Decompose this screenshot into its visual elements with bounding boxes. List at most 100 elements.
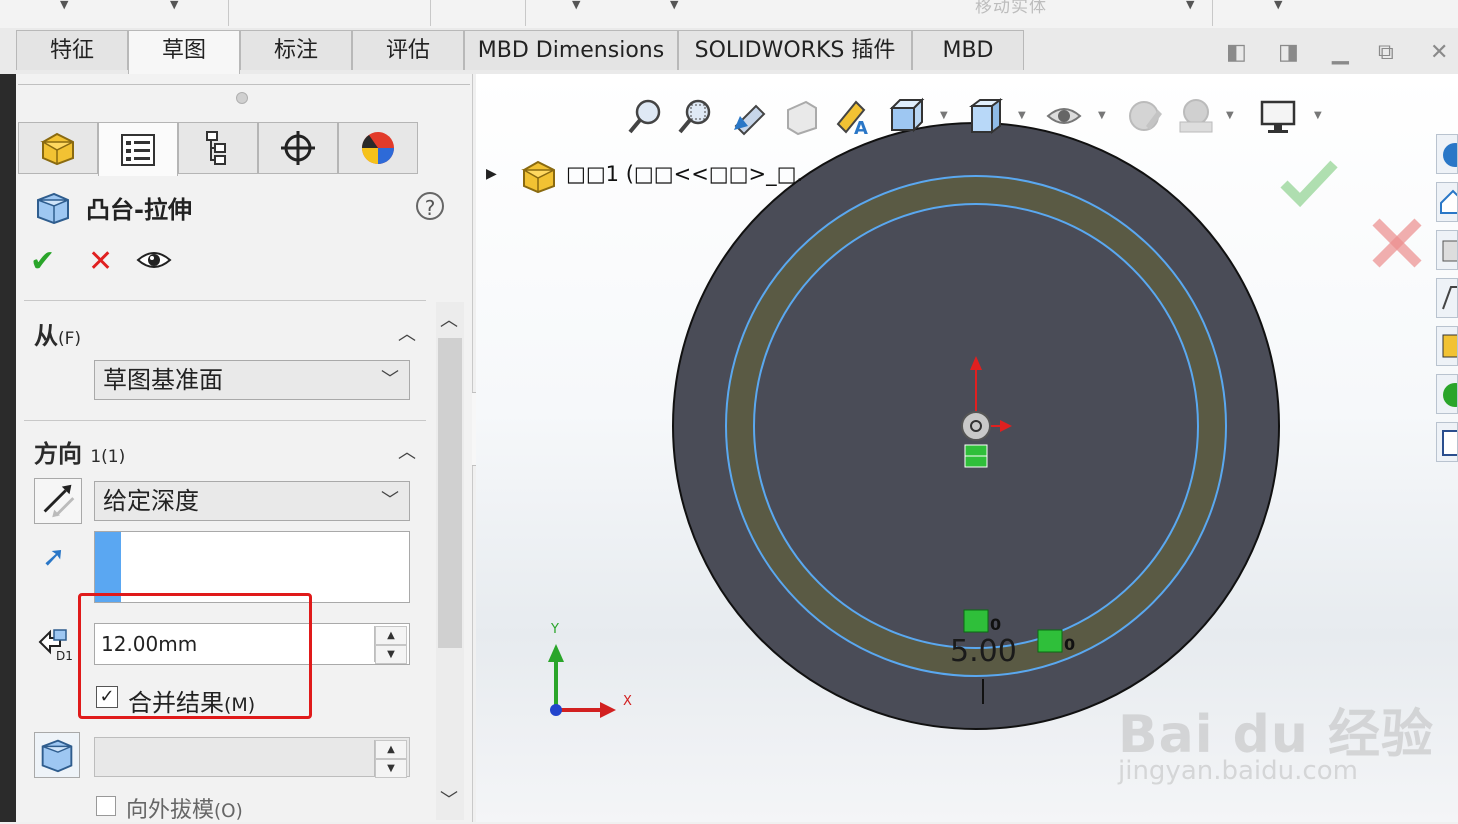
tab-mbd[interactable]: MBD bbox=[912, 30, 1024, 70]
tree-expand-icon[interactable]: ▶ bbox=[486, 166, 497, 182]
dynamic-annotation-icon[interactable]: A bbox=[834, 96, 874, 136]
tab-evaluate[interactable]: 评估 bbox=[352, 30, 464, 70]
previous-view-icon[interactable] bbox=[730, 96, 770, 136]
depth-d1-icon: D1 bbox=[38, 629, 73, 663]
relation-badge bbox=[963, 609, 989, 633]
maximize-icon[interactable]: ⧉ bbox=[1378, 38, 1394, 68]
display-manager-tab[interactable] bbox=[338, 122, 418, 174]
dimension-label[interactable]: 5.00 bbox=[950, 634, 1017, 669]
tab-sketch[interactable]: 草图 bbox=[128, 30, 240, 74]
solidworks-resources-icon[interactable] bbox=[1436, 134, 1458, 174]
configuration-icon bbox=[206, 131, 226, 165]
zoom-to-fit-icon[interactable] bbox=[626, 96, 666, 136]
collapse-chevron-icon[interactable]: ︿ bbox=[398, 320, 416, 346]
end-condition-value: 给定深度 bbox=[103, 487, 199, 515]
dropdown-caret-icon[interactable]: ▼ bbox=[1226, 110, 1234, 121]
part-icon bbox=[40, 132, 74, 166]
dropdown-caret-icon[interactable]: ▼ bbox=[170, 0, 178, 10]
confirm-corner-ok-icon[interactable] bbox=[1278, 156, 1340, 210]
scrollbar-thumb[interactable] bbox=[438, 338, 462, 648]
tab-mbd-dimensions[interactable]: MBD Dimensions bbox=[464, 30, 678, 70]
feature-manager-tab[interactable] bbox=[18, 122, 98, 174]
depth-spinner[interactable]: ▲ ▼ bbox=[374, 626, 407, 664]
direction-section-hotkey: 1(1) bbox=[90, 447, 126, 467]
move-entity-label[interactable]: 移动实体 bbox=[975, 0, 1047, 17]
design-library-icon[interactable] bbox=[1436, 230, 1458, 270]
from-start-condition-select[interactable]: 草图基准面 ﹀ bbox=[94, 360, 410, 400]
command-manager-tabs: 特征 草图 标注 评估 MBD Dimensions SOLIDWORKS 插件… bbox=[0, 28, 1458, 74]
zoom-to-area-icon[interactable] bbox=[676, 96, 716, 136]
dimxpert-manager-tab[interactable] bbox=[258, 122, 338, 174]
from-section-label: 从 bbox=[34, 322, 58, 350]
confirm-ok-button[interactable]: ✔ bbox=[30, 244, 55, 279]
highlight-annotation-box bbox=[78, 593, 312, 719]
part-icon bbox=[521, 160, 555, 194]
watermark-url: jingyan.baidu.com bbox=[1118, 756, 1358, 786]
tree-part-label[interactable]: □□1 (□□<<□□>_□. bbox=[566, 162, 803, 186]
display-style-icon[interactable] bbox=[966, 96, 1006, 136]
property-manager-tab[interactable] bbox=[98, 122, 178, 176]
view-orientation-icon[interactable] bbox=[886, 96, 926, 136]
draft-outward-checkbox[interactable] bbox=[96, 796, 116, 816]
dropdown-caret-icon[interactable]: ▼ bbox=[1274, 0, 1282, 10]
dropdown-caret-icon[interactable]: ▼ bbox=[1098, 110, 1106, 121]
view-settings-icon[interactable] bbox=[1258, 96, 1298, 136]
draft-spinner[interactable]: ▲ ▼ bbox=[374, 740, 407, 778]
panel-resize-grip[interactable] bbox=[236, 92, 248, 104]
file-explorer-icon[interactable] bbox=[1436, 278, 1458, 318]
scroll-down-icon[interactable]: ﹀ bbox=[440, 786, 458, 812]
crosshair-icon bbox=[281, 131, 315, 165]
apply-scene-icon[interactable] bbox=[1176, 96, 1216, 136]
dropdown-caret-icon[interactable]: ▼ bbox=[60, 0, 68, 10]
section-divider bbox=[24, 420, 426, 421]
tab-features[interactable]: 特征 bbox=[16, 30, 128, 70]
confirm-corner-cancel-icon[interactable] bbox=[1368, 216, 1426, 270]
help-button[interactable]: ? bbox=[416, 192, 444, 220]
panel-divider bbox=[18, 84, 470, 85]
chevron-down-icon: ﹀ bbox=[381, 490, 399, 511]
svg-text:D1: D1 bbox=[56, 649, 73, 663]
home-icon[interactable] bbox=[1436, 182, 1458, 222]
view-palette-icon[interactable] bbox=[1436, 326, 1458, 366]
dropdown-caret-icon[interactable]: ▼ bbox=[1314, 110, 1322, 121]
appearances-icon[interactable] bbox=[1436, 374, 1458, 414]
dropdown-caret-icon[interactable]: ▼ bbox=[940, 110, 948, 121]
spin-up-icon[interactable]: ▲ bbox=[375, 740, 407, 759]
left-edge-bar bbox=[0, 74, 16, 822]
from-section-header[interactable]: 从(F) bbox=[34, 316, 81, 351]
detailed-preview-eye-icon[interactable] bbox=[136, 248, 172, 272]
direction-section-header[interactable]: 方向 1(1) bbox=[34, 434, 125, 469]
hide-show-items-icon[interactable] bbox=[1044, 96, 1084, 136]
top-toolbar-strip: ▼ ▼ ▼ ▼ 移动实体 ▼ ▼ bbox=[0, 0, 1458, 29]
scroll-up-icon[interactable]: ︿ bbox=[440, 306, 458, 332]
spin-up-icon[interactable]: ▲ bbox=[375, 626, 407, 645]
window-controls: ◧ ◨ ▁ ⧉ ✕ bbox=[1208, 38, 1458, 68]
draft-outward-text: 向外拔模 bbox=[126, 798, 215, 823]
selection-highlight bbox=[95, 532, 121, 602]
restore-right-icon[interactable]: ◨ bbox=[1278, 38, 1299, 68]
edit-appearance-icon[interactable] bbox=[1124, 96, 1164, 136]
section-view-icon[interactable] bbox=[782, 96, 822, 136]
configuration-manager-tab[interactable] bbox=[178, 122, 258, 174]
restore-left-icon[interactable]: ◧ bbox=[1226, 38, 1247, 68]
close-icon[interactable]: ✕ bbox=[1430, 38, 1448, 68]
draft-angle-input[interactable]: ▲ ▼ bbox=[94, 737, 410, 778]
collapse-chevron-icon[interactable]: ︿ bbox=[398, 438, 416, 464]
end-condition-select[interactable]: 给定深度 ﹀ bbox=[94, 481, 410, 521]
direction-section-label: 方向 bbox=[34, 440, 82, 468]
minimize-icon[interactable]: ▁ bbox=[1332, 38, 1349, 68]
tab-annotate[interactable]: 标注 bbox=[240, 30, 352, 70]
tab-solidworks-addins[interactable]: SOLIDWORKS 插件 bbox=[678, 30, 912, 70]
dropdown-caret-icon[interactable]: ▼ bbox=[670, 0, 678, 10]
cancel-button[interactable]: ✕ bbox=[88, 244, 113, 279]
spin-down-icon[interactable]: ▼ bbox=[375, 645, 407, 664]
dropdown-caret-icon[interactable]: ▼ bbox=[1186, 0, 1194, 10]
dropdown-caret-icon[interactable]: ▼ bbox=[572, 0, 580, 10]
draft-outward-hotkey: (O) bbox=[214, 801, 243, 822]
custom-properties-icon[interactable] bbox=[1436, 422, 1458, 462]
dropdown-caret-icon[interactable]: ▼ bbox=[1018, 110, 1026, 121]
reverse-direction-button[interactable] bbox=[34, 478, 82, 524]
draft-angle-button[interactable] bbox=[34, 732, 80, 778]
draft-outward-label: 向外拔模(O) bbox=[126, 792, 243, 824]
spin-down-icon[interactable]: ▼ bbox=[375, 759, 407, 778]
